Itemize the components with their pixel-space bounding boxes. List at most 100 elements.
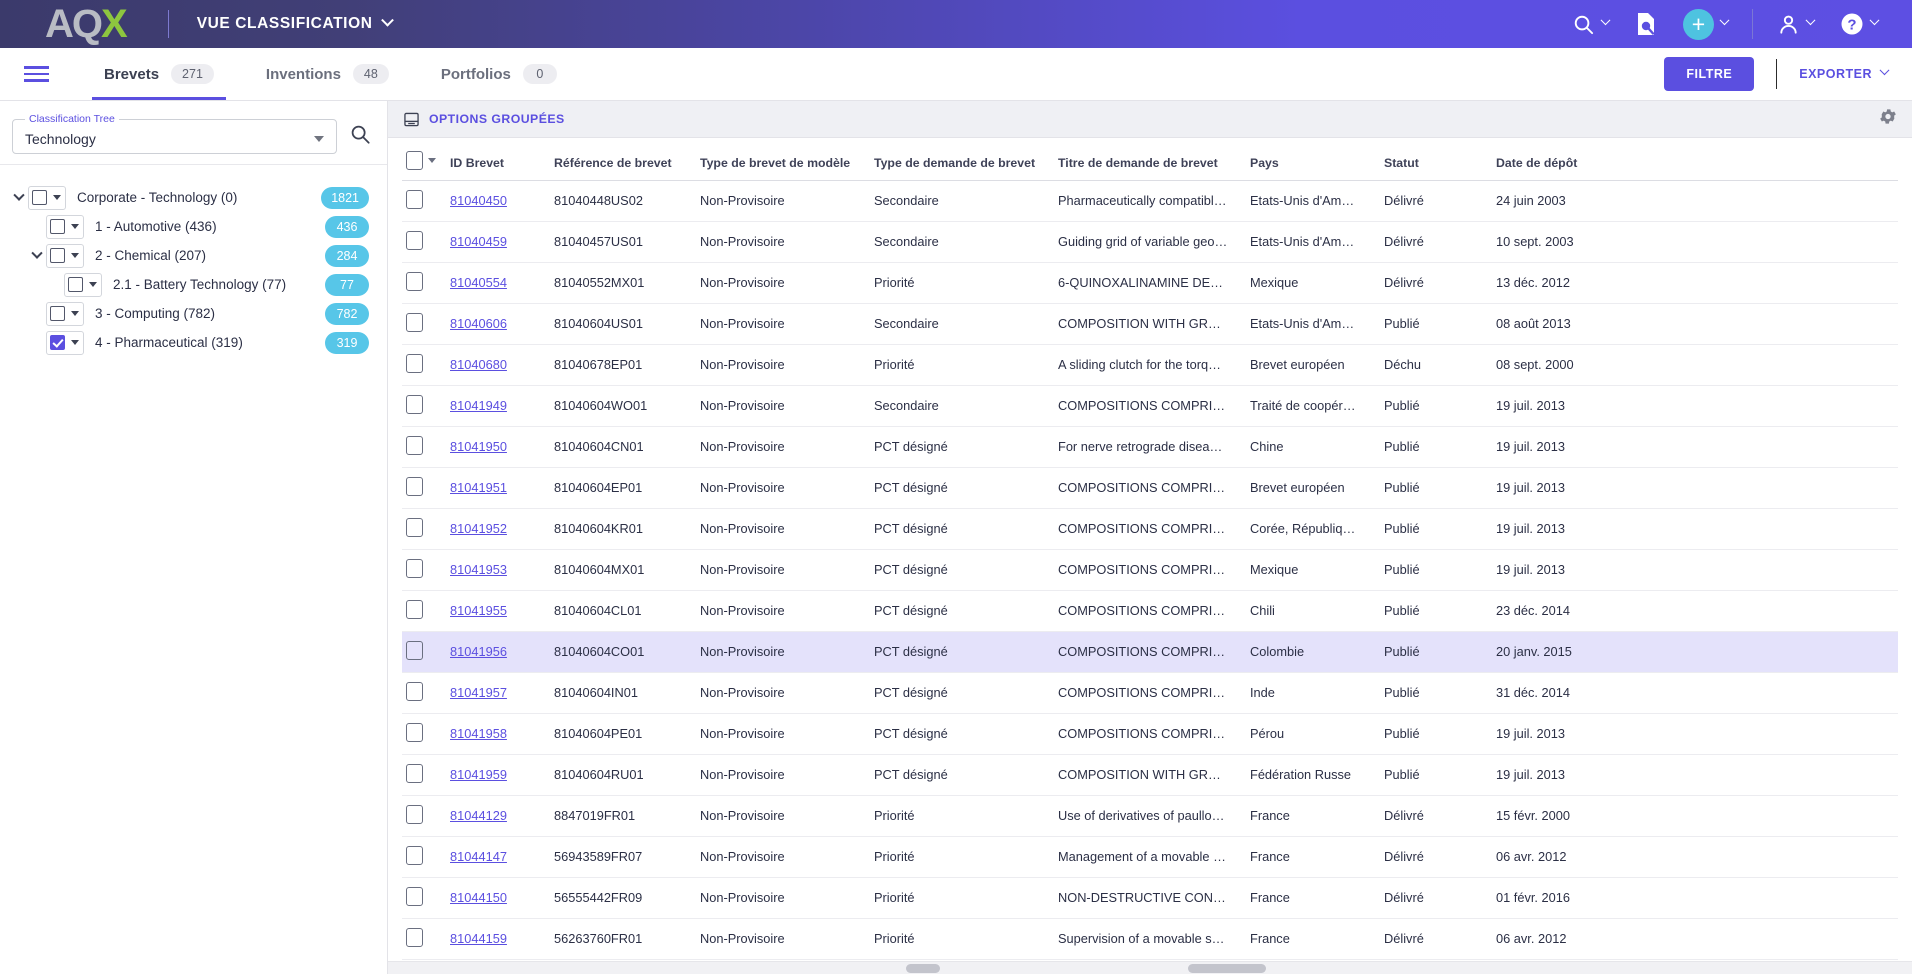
tab-brevets[interactable]: Brevets 271 bbox=[78, 48, 240, 100]
chevron-down-icon[interactable] bbox=[71, 224, 79, 229]
scrollbar-thumb-right[interactable] bbox=[1188, 964, 1266, 973]
tree-node-checkbox-group[interactable] bbox=[46, 330, 84, 355]
tree-node-checkbox-group[interactable] bbox=[46, 243, 84, 268]
patent-id-link[interactable]: 81044147 bbox=[450, 849, 507, 864]
select-all-checkbox-group[interactable] bbox=[406, 150, 442, 170]
row-select-cell[interactable] bbox=[402, 631, 446, 673]
tree-node-checkbox[interactable] bbox=[50, 248, 65, 263]
add-button[interactable]: + bbox=[1671, 0, 1740, 48]
row-checkbox[interactable] bbox=[406, 722, 423, 742]
row-checkbox[interactable] bbox=[406, 599, 423, 619]
chevron-down-icon[interactable] bbox=[28, 247, 46, 260]
tree-node[interactable]: 3 - Computing (782) 782 bbox=[0, 299, 387, 328]
table-settings-button[interactable] bbox=[1878, 107, 1898, 132]
table-row[interactable]: 81041950 81040604CN01 Non-Provisoire PCT dé… bbox=[402, 426, 1898, 468]
tab-inventions[interactable]: Inventions 48 bbox=[240, 48, 415, 100]
row-select-cell[interactable] bbox=[402, 713, 446, 755]
row-checkbox[interactable] bbox=[406, 804, 423, 824]
filter-button[interactable]: FILTRE bbox=[1664, 57, 1755, 91]
tree-search-button[interactable] bbox=[345, 119, 375, 149]
table-row[interactable]: 81044129 8847019FR01 Non-Provisoire Priorit… bbox=[402, 795, 1898, 837]
row-checkbox[interactable] bbox=[406, 517, 423, 537]
tree-node[interactable]: 2.1 - Battery Technology (77) 77 bbox=[0, 270, 387, 299]
row-checkbox[interactable] bbox=[406, 435, 423, 455]
tree-node-checkbox-group[interactable] bbox=[46, 214, 84, 239]
row-select-cell[interactable] bbox=[402, 836, 446, 878]
table-row[interactable]: 81041955 81040604CL01 Non-Provisoire PCT dé… bbox=[402, 590, 1898, 632]
row-checkbox[interactable] bbox=[406, 271, 423, 291]
table-row[interactable]: 81041952 81040604KR01 Non-Provisoire PCT dé… bbox=[402, 508, 1898, 550]
row-checkbox[interactable] bbox=[406, 189, 423, 209]
column-header-pay[interactable]: Pays bbox=[1246, 138, 1380, 181]
table-row[interactable]: 81041951 81040604EP01 Non-Provisoire PCT dé… bbox=[402, 467, 1898, 509]
patent-id-link[interactable]: 81041951 bbox=[450, 480, 507, 495]
row-checkbox[interactable] bbox=[406, 558, 423, 578]
table-row[interactable]: 81044147 56943589FR07 Non-Provisoire Priori… bbox=[402, 836, 1898, 878]
row-select-cell[interactable] bbox=[402, 385, 446, 427]
tree-node-checkbox[interactable] bbox=[68, 277, 83, 292]
select-all-checkbox[interactable] bbox=[406, 150, 423, 170]
export-button[interactable]: EXPORTER bbox=[1799, 64, 1890, 81]
tree-node-checkbox-group[interactable] bbox=[46, 301, 84, 326]
patent-id-link[interactable]: 81044129 bbox=[450, 808, 507, 823]
table-row[interactable]: 81041953 81040604MX01 Non-Provisoire PCT dé… bbox=[402, 549, 1898, 591]
row-select-cell[interactable] bbox=[402, 180, 446, 222]
grouped-options-button[interactable]: OPTIONS GROUPÉES bbox=[404, 112, 565, 127]
patent-id-link[interactable]: 81041952 bbox=[450, 521, 507, 536]
column-header-ref[interactable]: Référence de brevet bbox=[550, 138, 696, 181]
row-select-cell[interactable] bbox=[402, 590, 446, 632]
row-checkbox[interactable] bbox=[406, 886, 423, 906]
table-row[interactable]: 81040554 81040552MX01 Non-Provisoire Priori… bbox=[402, 262, 1898, 304]
document-search-button[interactable] bbox=[1623, 0, 1669, 48]
chevron-down-icon[interactable] bbox=[71, 311, 79, 316]
table-row[interactable]: 81044159 56263760FR01 Non-Provisoire Priori… bbox=[402, 918, 1898, 960]
patent-id-link[interactable]: 81041950 bbox=[450, 439, 507, 454]
chevron-down-icon[interactable] bbox=[71, 340, 79, 345]
table-row[interactable]: 81041957 81040604IN01 Non-Provisoire PCT dé… bbox=[402, 672, 1898, 714]
horizontal-scrollbar[interactable] bbox=[388, 961, 1912, 974]
patent-id-link[interactable]: 81041959 bbox=[450, 767, 507, 782]
table-row[interactable]: 81041959 81040604RU01 Non-Provisoire PCT dé… bbox=[402, 754, 1898, 796]
row-select-cell[interactable] bbox=[402, 262, 446, 304]
row-checkbox[interactable] bbox=[406, 927, 423, 947]
row-select-cell[interactable] bbox=[402, 508, 446, 550]
row-checkbox[interactable] bbox=[406, 640, 423, 660]
help-button[interactable]: ? bbox=[1828, 0, 1890, 48]
chevron-down-icon[interactable] bbox=[53, 195, 61, 200]
patent-id-link[interactable]: 81040606 bbox=[450, 316, 507, 331]
row-checkbox[interactable] bbox=[406, 681, 423, 701]
row-checkbox[interactable] bbox=[406, 845, 423, 865]
patent-id-link[interactable]: 81041957 bbox=[450, 685, 507, 700]
row-select-cell[interactable] bbox=[402, 549, 446, 591]
tree-node-checkbox-group[interactable] bbox=[64, 272, 102, 297]
row-checkbox[interactable] bbox=[406, 230, 423, 250]
tree-node[interactable]: 1 - Automotive (436) 436 bbox=[0, 212, 387, 241]
column-header-dem[interactable]: Type de demande de brevet bbox=[870, 138, 1054, 181]
patent-id-link[interactable]: 81041953 bbox=[450, 562, 507, 577]
tree-node-checkbox[interactable] bbox=[50, 335, 65, 350]
patent-id-link[interactable]: 81040554 bbox=[450, 275, 507, 290]
row-select-cell[interactable] bbox=[402, 467, 446, 509]
row-checkbox[interactable] bbox=[406, 394, 423, 414]
patent-id-link[interactable]: 81040450 bbox=[450, 193, 507, 208]
chevron-down-icon[interactable] bbox=[71, 253, 79, 258]
tree-node[interactable]: 4 - Pharmaceutical (319) 319 bbox=[0, 328, 387, 357]
patent-id-link[interactable]: 81041956 bbox=[450, 644, 507, 659]
column-header-tit[interactable]: Titre de demande de brevet bbox=[1054, 138, 1246, 181]
tree-node[interactable]: 2 - Chemical (207) 284 bbox=[0, 241, 387, 270]
row-select-cell[interactable] bbox=[402, 877, 446, 919]
tab-portfolios[interactable]: Portfolios 0 bbox=[415, 48, 583, 100]
scrollbar-thumb-left[interactable] bbox=[906, 964, 940, 973]
column-header-dat[interactable]: Date de dépôt bbox=[1492, 138, 1898, 181]
user-account-button[interactable] bbox=[1765, 0, 1826, 48]
patent-id-link[interactable]: 81041949 bbox=[450, 398, 507, 413]
table-row[interactable]: 81041949 81040604WO01 Non-Provisoire Second… bbox=[402, 385, 1898, 427]
row-checkbox[interactable] bbox=[406, 476, 423, 496]
table-row[interactable]: 81040459 81040457US01 Non-Provisoire Second… bbox=[402, 221, 1898, 263]
table-row[interactable]: 81044150 56555442FR09 Non-Provisoire Priori… bbox=[402, 877, 1898, 919]
tree-node-checkbox[interactable] bbox=[50, 306, 65, 321]
patent-id-link[interactable]: 81040459 bbox=[450, 234, 507, 249]
row-checkbox[interactable] bbox=[406, 312, 423, 332]
table-row[interactable]: 81040606 81040604US01 Non-Provisoire Second… bbox=[402, 303, 1898, 345]
view-selector[interactable]: VUE CLASSIFICATION bbox=[197, 13, 394, 33]
